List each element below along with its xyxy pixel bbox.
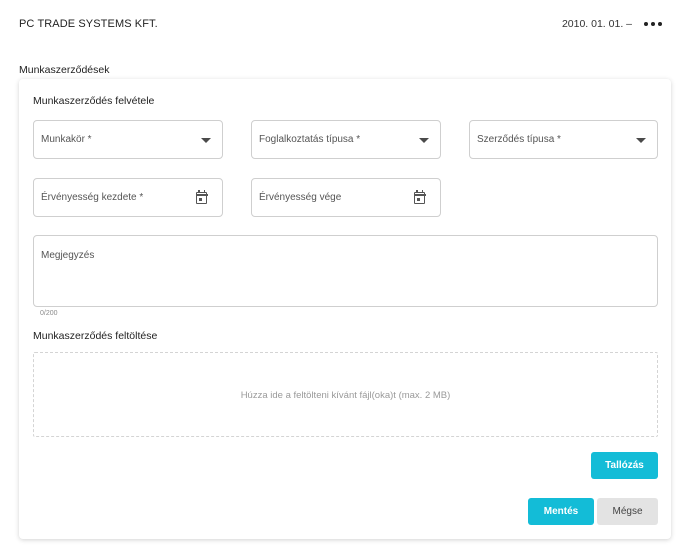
more-icon <box>644 22 648 26</box>
position-select[interactable]: Munkakör * <box>33 120 223 159</box>
form-title: Munkaszerződés felvétele <box>33 95 155 107</box>
more-options-button[interactable] <box>644 16 662 32</box>
dropdown-caret-icon <box>636 138 646 143</box>
company-name: PC TRADE SYSTEMS KFT. <box>19 18 158 30</box>
date-range: 2010. 01. 01. – <box>561 18 632 30</box>
contract-form-card: Munkaszerződés felvétele Munkakör * Fogl… <box>19 79 671 539</box>
save-button[interactable]: Mentés <box>528 498 594 525</box>
valid-to-date-field[interactable]: Érvényesség vége <box>251 178 441 217</box>
note-label: Megjegyzés <box>41 250 95 261</box>
dropdown-caret-icon <box>419 138 429 143</box>
more-icon-dot <box>651 22 655 26</box>
contract-type-select[interactable]: Szerződés típusa * <box>469 120 658 159</box>
valid-from-date-field[interactable]: Érvényesség kezdete * <box>33 178 223 217</box>
employment-type-select[interactable]: Foglalkoztatás típusa * <box>251 120 441 159</box>
calendar-icon[interactable] <box>195 190 208 204</box>
note-char-counter: 0/200 <box>40 310 58 317</box>
note-textarea[interactable]: Megjegyzés <box>33 235 658 307</box>
more-icon-dot <box>658 22 662 26</box>
page-header: PC TRADE SYSTEMS KFT. 2010. 01. 01. – <box>0 0 680 50</box>
position-label: Munkakör * <box>41 134 92 145</box>
section-title: Munkaszerződések <box>19 64 110 76</box>
valid-to-label: Érvényesség vége <box>259 192 342 203</box>
calendar-icon[interactable] <box>413 190 426 204</box>
upload-title: Munkaszerződés feltöltése <box>33 330 158 342</box>
valid-from-label: Érvényesség kezdete * <box>41 192 144 203</box>
cancel-button[interactable]: Mégse <box>597 498 658 525</box>
browse-button[interactable]: Tallózás <box>591 452 658 479</box>
dropdown-caret-icon <box>201 138 211 143</box>
employment-type-label: Foglalkoztatás típusa * <box>259 134 361 145</box>
contract-type-label: Szerződés típusa * <box>477 134 561 145</box>
dropzone-hint: Húzza ide a feltölteni kívánt fájl(oka)t… <box>240 390 451 401</box>
file-dropzone[interactable]: Húzza ide a feltölteni kívánt fájl(oka)t… <box>33 352 658 437</box>
